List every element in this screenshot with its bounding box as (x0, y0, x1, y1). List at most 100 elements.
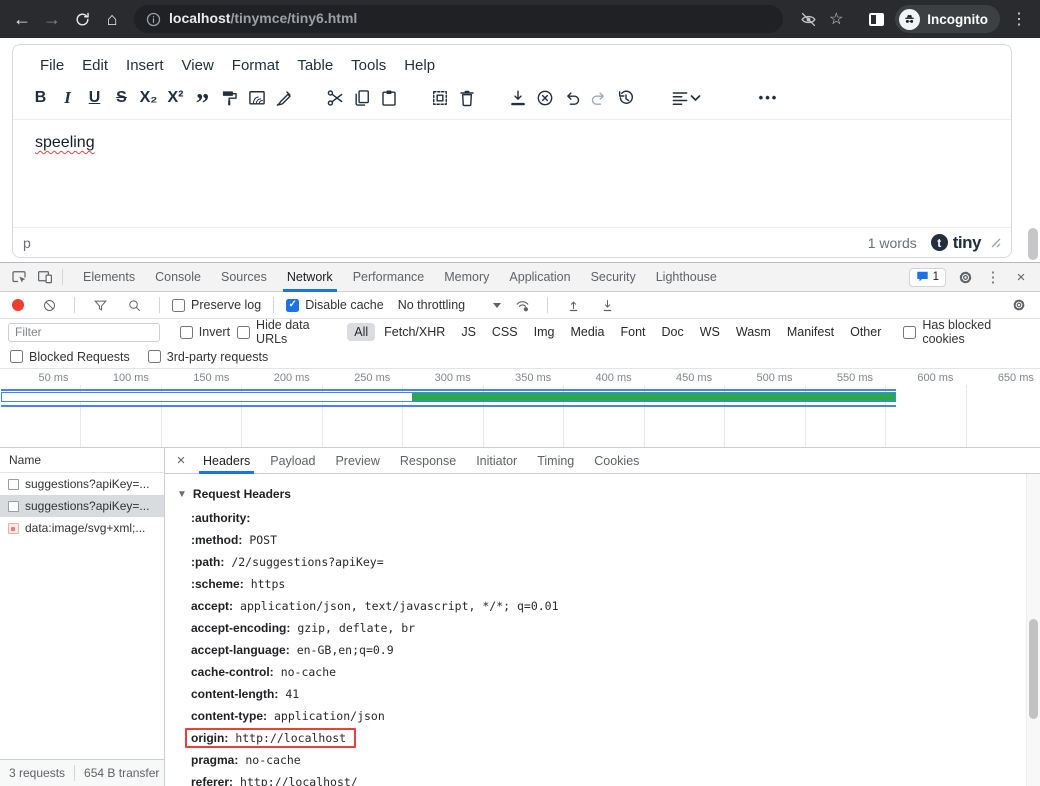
element-path[interactable]: p (23, 235, 31, 251)
word-count[interactable]: 1 words (868, 235, 917, 251)
network-settings-gear-icon[interactable] (1006, 292, 1032, 318)
issues-badge[interactable]: 1 (909, 268, 946, 287)
bookmark-star-icon[interactable]: ☆ (823, 6, 849, 32)
format-painter-icon[interactable] (216, 84, 243, 111)
devtools-menu-kebab-icon[interactable]: ⋮ (980, 264, 1006, 290)
tiny-brand[interactable]: t tiny (931, 233, 981, 253)
italic-icon[interactable]: I (54, 84, 81, 111)
cut-icon[interactable] (321, 84, 348, 111)
request-type-filter[interactable]: WS (693, 323, 727, 341)
site-info-icon[interactable] (146, 12, 161, 27)
strikethrough-icon[interactable]: S (108, 84, 135, 111)
devtools-tab[interactable]: Application (499, 264, 580, 292)
throttling-select[interactable]: No throttling (398, 298, 501, 312)
menu-file[interactable]: File (31, 53, 73, 78)
devtools-tab[interactable]: Network (277, 264, 343, 292)
request-type-filter[interactable]: CSS (485, 323, 525, 341)
request-type-filter[interactable]: Font (614, 323, 653, 341)
details-tab[interactable]: Payload (260, 449, 325, 474)
device-toolbar-icon[interactable] (32, 264, 58, 290)
details-scrollbar-thumb[interactable] (1029, 619, 1038, 719)
details-tab[interactable]: Preview (325, 449, 389, 474)
menu-edit[interactable]: Edit (73, 53, 117, 78)
subscript-icon[interactable]: X₂ (135, 84, 162, 111)
delete-icon[interactable] (453, 84, 480, 111)
request-row[interactable]: data:image/svg+xml;... (0, 517, 164, 539)
disable-cache-checkbox[interactable] (286, 299, 299, 312)
permanent-pen-icon[interactable] (270, 84, 297, 111)
blockquote-icon[interactable]: ” (189, 84, 216, 111)
preserve-log-checkbox[interactable] (172, 299, 185, 312)
page-scrollbar-thumb[interactable] (1028, 228, 1038, 260)
edit-image-icon[interactable] (243, 84, 270, 111)
request-type-filter[interactable]: Media (563, 323, 611, 341)
request-name-header[interactable]: Name (0, 448, 164, 473)
request-type-filter[interactable]: Manifest (780, 323, 841, 341)
menu-help[interactable]: Help (395, 53, 444, 78)
redo-icon[interactable] (585, 84, 612, 111)
editor-content[interactable]: speeling (13, 119, 1011, 227)
request-type-filter[interactable]: Fetch/XHR (377, 323, 452, 341)
devtools-tab[interactable]: Sources (211, 264, 277, 292)
devtools-tab[interactable]: Lighthouse (646, 264, 727, 292)
request-type-filter[interactable]: All (347, 323, 375, 341)
paste-icon[interactable] (375, 84, 402, 111)
menu-view[interactable]: View (173, 53, 223, 78)
forward-icon[interactable]: → (38, 5, 66, 33)
details-tab[interactable]: Cookies (584, 449, 649, 474)
details-tab[interactable]: Initiator (466, 449, 527, 474)
back-icon[interactable]: ← (8, 5, 36, 33)
invert-checkbox[interactable] (180, 326, 193, 339)
invert-toggle[interactable]: Invert (180, 325, 230, 339)
settings-gear-icon[interactable] (952, 264, 978, 290)
network-overview-timeline[interactable]: 50 ms100 ms150 ms200 ms250 ms300 ms350 m… (0, 369, 1040, 448)
more-icon[interactable]: ••• (755, 84, 782, 111)
third-party-checkbox[interactable] (148, 350, 161, 363)
superscript-icon[interactable]: X² (162, 84, 189, 111)
inspect-element-icon[interactable] (6, 264, 32, 290)
export-har-icon[interactable] (594, 292, 620, 318)
request-type-filter[interactable]: Img (527, 323, 562, 341)
reload-icon[interactable] (68, 5, 96, 33)
search-icon[interactable] (121, 292, 147, 318)
has-blocked-cookies-checkbox[interactable] (903, 326, 916, 339)
request-type-filter[interactable]: Doc (655, 323, 691, 341)
third-party-toggle[interactable]: 3rd-party requests (148, 350, 268, 364)
side-panel-icon[interactable] (863, 6, 889, 32)
home-icon[interactable]: ⌂ (98, 5, 126, 33)
devtools-tab[interactable]: Memory (434, 264, 499, 292)
import-har-icon[interactable] (560, 292, 586, 318)
menu-tools[interactable]: Tools (342, 53, 395, 78)
clear-icon[interactable] (36, 292, 62, 318)
request-headers-section[interactable]: ▼ Request Headers (177, 483, 1040, 505)
menu-insert[interactable]: Insert (117, 53, 173, 78)
undo-icon[interactable] (558, 84, 585, 111)
devtools-tab[interactable]: Console (145, 264, 211, 292)
record-icon[interactable] (12, 299, 24, 311)
request-type-filter[interactable]: Other (843, 323, 888, 341)
align-left-icon[interactable] (663, 84, 707, 111)
hide-data-urls-checkbox[interactable] (237, 326, 250, 339)
restore-draft-icon[interactable] (612, 84, 639, 111)
details-tab[interactable]: Response (390, 449, 466, 474)
devtools-tab[interactable]: Security (581, 264, 646, 292)
menu-format[interactable]: Format (223, 53, 289, 78)
blocked-requests-toggle[interactable]: Blocked Requests (10, 350, 130, 364)
underline-icon[interactable]: U (81, 84, 108, 111)
address-bar[interactable]: localhost/tinymce/tiny6.html (134, 5, 783, 33)
preserve-log-toggle[interactable]: Preserve log (172, 298, 261, 312)
browser-menu-kebab-icon[interactable]: ⋮ (1006, 6, 1032, 32)
cancel-icon[interactable] (531, 84, 558, 111)
devtools-close-icon[interactable]: × (1008, 264, 1034, 290)
resize-handle-icon[interactable] (991, 238, 1001, 248)
network-filter-input[interactable] (8, 323, 160, 342)
request-type-filter[interactable]: Wasm (729, 323, 778, 341)
misspelled-word[interactable]: speeling (35, 134, 95, 151)
network-conditions-icon[interactable] (509, 292, 535, 318)
menu-table[interactable]: Table (288, 53, 342, 78)
hide-data-urls-toggle[interactable]: Hide data URLs (237, 318, 340, 346)
copy-icon[interactable] (348, 84, 375, 111)
details-tab[interactable]: Timing (527, 449, 584, 474)
devtools-tab[interactable]: Performance (343, 264, 435, 292)
request-type-filter[interactable]: JS (454, 323, 483, 341)
